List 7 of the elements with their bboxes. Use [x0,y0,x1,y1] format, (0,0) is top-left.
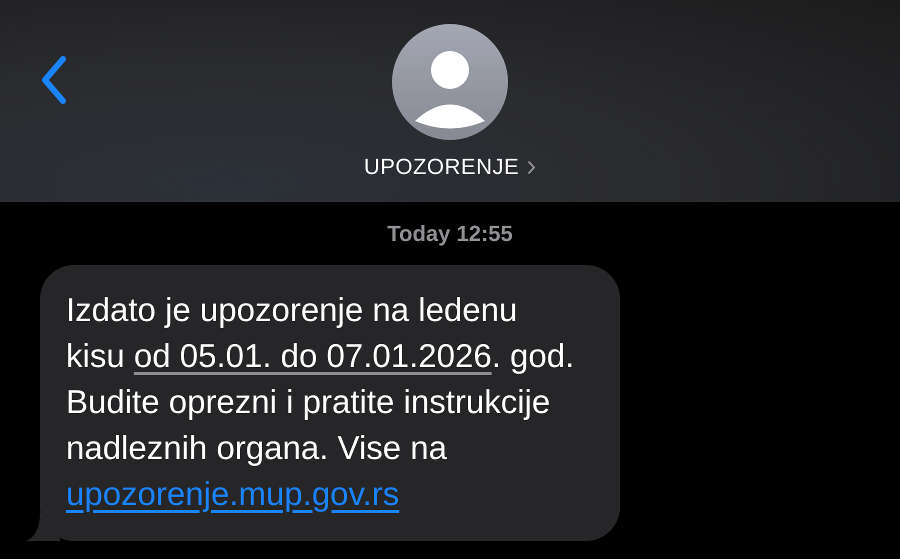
link[interactable]: upozorenje.mup.gov.rs [66,475,400,512]
avatar-icon [392,24,508,140]
date-link[interactable]: od 05.01. do 07.01.2026 [134,337,492,374]
timestamp: Today 12:55 [386,221,514,247]
chevron-icon [527,160,536,174]
message-bubble: Izdato je upozorenje na ledenu kisu od 05.01. do 07.01.2026. god. Budite oprezni i pratite instrukcije nadleznih organa. Vise na upozorenje.mup.gov.rs [40,265,620,541]
contact-name[interactable]: UPOZORENJE [364,154,536,180]
